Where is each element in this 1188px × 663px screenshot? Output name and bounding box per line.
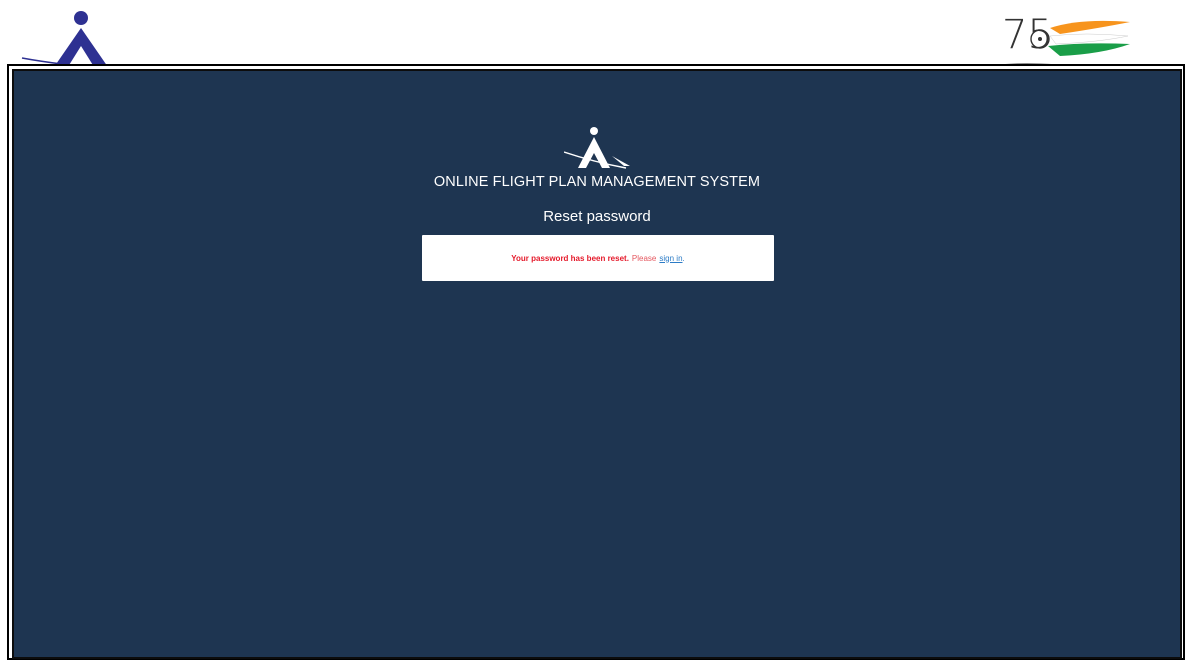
page: 75 ONLINE FLIGHT PLAN MANAGEMENT SYSTEM … [0,0,1188,663]
sign-in-link[interactable]: sign in [659,254,682,263]
message-period: . [682,253,685,263]
azadi-ka-amrit-mahotsav-75-logo-icon: 75 [994,12,1130,69]
logo-75-text: 75 [1002,12,1053,58]
form-title: Reset password [543,208,651,225]
please-text: Please [631,253,657,263]
aai-white-logo-icon [564,127,630,169]
status-message-card: Your password has been reset. Please sig… [422,235,774,281]
app-title: ONLINE FLIGHT PLAN MANAGEMENT SYSTEM [433,174,761,190]
aai-logo-icon [21,11,121,70]
main-panel: ONLINE FLIGHT PLAN MANAGEMENT SYSTEM Res… [12,69,1182,659]
reset-success-message: Your password has been reset. [511,253,629,263]
